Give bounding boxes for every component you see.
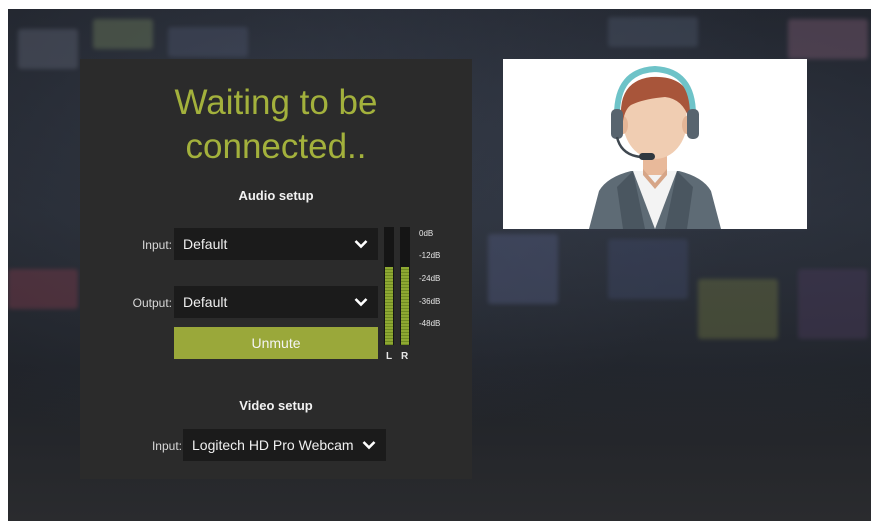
meter-channel-label-right: R xyxy=(401,351,409,362)
status-title-line-2: connected.. xyxy=(185,127,367,166)
video-setup-heading: Video setup xyxy=(239,398,313,413)
level-meter-left-fill xyxy=(385,267,393,345)
level-meter-right-fill xyxy=(401,267,409,345)
video-preview xyxy=(503,59,807,229)
audio-output-value: Default xyxy=(183,294,228,310)
chevron-down-icon xyxy=(354,298,368,307)
connection-status-title: Waiting to be connected.. xyxy=(80,81,472,169)
meter-scale-label: -48dB xyxy=(419,319,441,328)
audio-output-label: Output: xyxy=(132,296,172,310)
meter-channel-label-left: L xyxy=(386,351,393,362)
audio-input-value: Default xyxy=(183,236,228,252)
meter-scale-label: -12dB xyxy=(419,251,441,260)
level-meter-right xyxy=(400,227,410,345)
audio-input-label: Input: xyxy=(141,238,172,252)
unmute-button[interactable]: Unmute xyxy=(174,327,378,359)
video-input-label: Input: xyxy=(151,439,182,453)
meter-scale-label: 0dB xyxy=(419,229,434,238)
level-meter-left xyxy=(384,227,394,345)
chevron-down-icon xyxy=(362,441,376,450)
support-agent-headset-illustration xyxy=(589,65,721,229)
status-title-line-1: Waiting to be xyxy=(174,83,378,122)
meter-scale-label: -24dB xyxy=(419,274,441,283)
connection-panel: Waiting to be connected.. Audio setup In… xyxy=(80,59,472,479)
audio-input-select[interactable]: Default xyxy=(174,228,378,260)
video-input-select[interactable]: Logitech HD Pro Webcam C xyxy=(183,429,386,461)
audio-setup-heading: Audio setup xyxy=(238,188,314,203)
audio-output-select[interactable]: Default xyxy=(174,286,378,318)
meter-scale-label: -36dB xyxy=(419,297,441,306)
video-input-value: Logitech HD Pro Webcam C xyxy=(192,437,357,453)
chevron-down-icon xyxy=(354,240,368,249)
